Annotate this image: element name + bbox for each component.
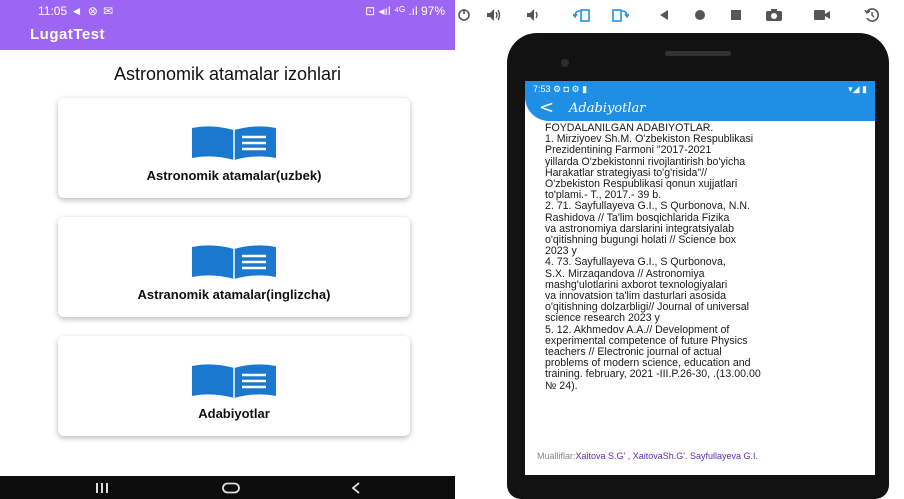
references-text: FOYDALANILGAN ADABIYOTLAR. 1. Mirziyoev S… bbox=[545, 122, 875, 392]
back-icon bbox=[351, 481, 360, 494]
back-button[interactable] bbox=[336, 476, 376, 499]
overview-icon bbox=[731, 10, 741, 20]
card-label: Astronomik atamalar(uzbek) bbox=[146, 168, 322, 183]
emulator-toolbar bbox=[455, 0, 904, 30]
reference-line: 4. 73. Sayfullayeva G.I., S Qurbonova, bbox=[545, 256, 726, 269]
replay-icon bbox=[864, 8, 879, 22]
screenshot-icon bbox=[766, 9, 782, 21]
card-astranomik-inglizcha[interactable]: Astranomik atamalar(inglizcha) bbox=[58, 217, 410, 317]
speaker-grille bbox=[665, 51, 731, 56]
replay-button[interactable] bbox=[863, 7, 881, 23]
recents-button[interactable] bbox=[82, 476, 122, 499]
status-icons: ⚙ ◘ ⚙ ▮ bbox=[553, 83, 588, 94]
volume-up-icon bbox=[487, 9, 501, 21]
book-icon bbox=[192, 245, 276, 279]
rotate-left-button[interactable] bbox=[573, 7, 591, 23]
emulator-panel: 7:53 ⚙ ◘ ⚙ ▮ ▾◢ ▮ < Adabiyotlar FOYDALAN… bbox=[455, 0, 904, 499]
navigation-bar bbox=[0, 476, 455, 499]
volume-down-icon bbox=[527, 9, 538, 21]
book-icon bbox=[192, 364, 276, 398]
overview-button[interactable] bbox=[727, 7, 745, 23]
volume-down-button[interactable] bbox=[525, 7, 543, 23]
emulator-phone-frame: 7:53 ⚙ ◘ ⚙ ▮ ▾◢ ▮ < Adabiyotlar FOYDALAN… bbox=[507, 33, 889, 499]
status-right: ▾◢ ▮ bbox=[848, 83, 867, 94]
rotate-right-button[interactable] bbox=[611, 7, 629, 23]
record-button[interactable] bbox=[813, 7, 831, 23]
screenshot-button[interactable] bbox=[765, 7, 783, 23]
authors-label: Mualliflar: bbox=[537, 451, 576, 461]
card-astronomik-uzbek[interactable]: Astronomik atamalar(uzbek) bbox=[58, 98, 410, 198]
emulator-screen: 7:53 ⚙ ◘ ⚙ ▮ ▾◢ ▮ < Adabiyotlar FOYDALAN… bbox=[525, 81, 875, 475]
reference-line: science research 2023 y bbox=[545, 312, 660, 325]
front-camera bbox=[561, 59, 569, 67]
status-time: 11:05 bbox=[38, 4, 68, 18]
emulator-home-button[interactable] bbox=[691, 7, 709, 23]
reference-line: Prezidentining Farmoni "2017-2021 bbox=[545, 144, 712, 157]
status-bar: 11:05 ◄ ⊗ ✉ ⊡ ◂ıl ⁴ᴳ .ıl 97% bbox=[0, 0, 455, 22]
app-title: LugatTest bbox=[30, 26, 106, 43]
home-icon bbox=[222, 482, 240, 493]
rotate-right-icon bbox=[612, 9, 629, 22]
card-adabiyotlar[interactable]: Adabiyotlar bbox=[58, 336, 410, 436]
app-bar: LugatTest bbox=[0, 22, 455, 50]
status-right: ⊡ ◂ıl ⁴ᴳ .ıl 97% bbox=[365, 4, 445, 18]
app-bar: < Adabiyotlar bbox=[525, 97, 875, 121]
back-arrow-icon[interactable]: < bbox=[539, 98, 554, 118]
authors-names: Xaitova S.G' , XaitovaSh.G'. Sayfullayev… bbox=[575, 451, 759, 461]
home-circle-icon bbox=[695, 10, 705, 20]
recents-icon bbox=[96, 482, 108, 493]
reference-line: 2. 71. Sayfullayeva G.I., S Qurbonova, N… bbox=[545, 200, 750, 213]
power-icon bbox=[458, 9, 470, 21]
app-title: Adabiyotlar bbox=[569, 101, 646, 116]
book-icon bbox=[192, 126, 276, 160]
reference-line: training. february, 2021 -III.P.26-30, .… bbox=[545, 368, 761, 381]
card-label: Adabiyotlar bbox=[198, 406, 270, 421]
camera-icon bbox=[814, 10, 830, 20]
back-triangle-icon bbox=[660, 10, 668, 20]
home-button[interactable] bbox=[211, 476, 251, 499]
status-time: 7:53 bbox=[533, 83, 551, 94]
status-bar: 7:53 ⚙ ◘ ⚙ ▮ ▾◢ ▮ bbox=[525, 81, 875, 97]
reference-line: № 24). bbox=[545, 379, 578, 392]
power-button[interactable] bbox=[455, 7, 473, 23]
page-heading: Astronomik atamalar izohlari bbox=[113, 64, 342, 84]
card-label: Astranomik atamalar(inglizcha) bbox=[137, 287, 331, 302]
volume-up-button[interactable] bbox=[485, 7, 503, 23]
left-phone-screen: 11:05 ◄ ⊗ ✉ ⊡ ◂ıl ⁴ᴳ .ıl 97% LugatTest A… bbox=[0, 0, 455, 499]
status-indicators: ◄ ⊗ ✉ bbox=[70, 4, 115, 18]
reference-line: o'qitishning bugungi holati // Science b… bbox=[545, 234, 737, 247]
authors-line: Mualliflar:Xaitova S.G' , XaitovaSh.G'. … bbox=[537, 451, 758, 461]
emulator-back-button[interactable] bbox=[655, 7, 673, 23]
rotate-left-icon bbox=[573, 9, 590, 22]
